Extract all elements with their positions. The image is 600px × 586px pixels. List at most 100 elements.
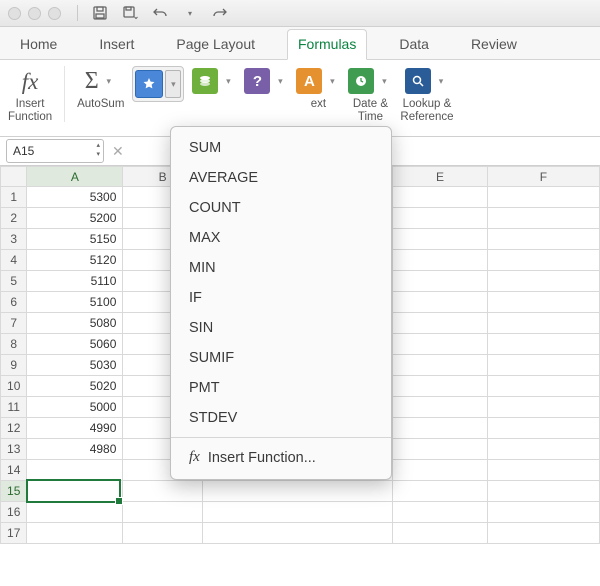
name-box[interactable]: A15 ▴▾: [6, 139, 104, 163]
cell[interactable]: [393, 229, 488, 250]
cell[interactable]: [123, 502, 203, 523]
cell[interactable]: [393, 292, 488, 313]
row-header[interactable]: 10: [1, 376, 27, 397]
cell[interactable]: [487, 292, 599, 313]
recently-used-button[interactable]: ▾: [132, 66, 184, 130]
row-header[interactable]: 13: [1, 439, 27, 460]
cell[interactable]: [487, 523, 599, 544]
menu-item[interactable]: MIN: [171, 253, 391, 283]
cell[interactable]: 5030: [27, 355, 123, 376]
tab-home[interactable]: Home: [10, 30, 67, 59]
cell[interactable]: [487, 418, 599, 439]
cell[interactable]: [393, 355, 488, 376]
minimize-window-icon[interactable]: [28, 7, 41, 20]
menu-item-insert-function[interactable]: fx Insert Function...: [171, 442, 391, 473]
tab-page-layout[interactable]: Page Layout: [166, 30, 265, 59]
cell[interactable]: 5100: [27, 292, 123, 313]
cell[interactable]: [393, 439, 488, 460]
cell[interactable]: [487, 397, 599, 418]
menu-item[interactable]: COUNT: [171, 193, 391, 223]
menu-item[interactable]: AVERAGE: [171, 163, 391, 193]
undo-dropdown-icon[interactable]: ▾: [182, 5, 198, 21]
menu-item[interactable]: PMT: [171, 373, 391, 403]
menu-item[interactable]: SUMIF: [171, 343, 391, 373]
save-icon[interactable]: [92, 5, 108, 21]
cell[interactable]: [487, 460, 599, 481]
cell[interactable]: 5120: [27, 250, 123, 271]
tab-formulas[interactable]: Formulas: [287, 29, 367, 60]
row-header[interactable]: 17: [1, 523, 27, 544]
row-header[interactable]: 14: [1, 460, 27, 481]
cell[interactable]: [393, 523, 488, 544]
row-header[interactable]: 8: [1, 334, 27, 355]
cell[interactable]: [393, 418, 488, 439]
row-header[interactable]: 4: [1, 250, 27, 271]
menu-item[interactable]: MAX: [171, 223, 391, 253]
select-all-corner[interactable]: [1, 167, 27, 187]
row-header[interactable]: 7: [1, 313, 27, 334]
cell[interactable]: 5300: [27, 187, 123, 208]
cell[interactable]: [393, 481, 488, 502]
undo-icon[interactable]: [152, 5, 168, 21]
cell[interactable]: [393, 313, 488, 334]
cell[interactable]: 5150: [27, 229, 123, 250]
text-button[interactable]: A ▾ ext: [296, 66, 340, 111]
cell[interactable]: [27, 502, 123, 523]
cell[interactable]: 5000: [27, 397, 123, 418]
row-header[interactable]: 16: [1, 502, 27, 523]
cell[interactable]: [202, 481, 392, 502]
cell[interactable]: [123, 523, 203, 544]
cell[interactable]: [487, 187, 599, 208]
cell[interactable]: [27, 460, 123, 481]
cell[interactable]: 4990: [27, 418, 123, 439]
column-header-a[interactable]: A: [27, 167, 123, 187]
menu-item[interactable]: SIN: [171, 313, 391, 343]
cell[interactable]: [393, 187, 488, 208]
menu-item[interactable]: IF: [171, 283, 391, 313]
save-dropdown-icon[interactable]: [122, 5, 138, 21]
redo-icon[interactable]: [212, 5, 228, 21]
cell[interactable]: [202, 502, 392, 523]
row-header[interactable]: 6: [1, 292, 27, 313]
row-header[interactable]: 5: [1, 271, 27, 292]
cell[interactable]: 4980: [27, 439, 123, 460]
insert-function-button[interactable]: fx InsertFunction: [8, 66, 52, 124]
cell[interactable]: [393, 397, 488, 418]
row-header[interactable]: 15: [1, 481, 27, 502]
row-header[interactable]: 2: [1, 208, 27, 229]
cell[interactable]: [487, 355, 599, 376]
row-header[interactable]: 11: [1, 397, 27, 418]
row-header[interactable]: 3: [1, 229, 27, 250]
cell[interactable]: [123, 481, 203, 502]
cell[interactable]: [487, 250, 599, 271]
menu-item[interactable]: STDEV: [171, 403, 391, 433]
cell[interactable]: [487, 313, 599, 334]
cell[interactable]: 5080: [27, 313, 123, 334]
tab-data[interactable]: Data: [389, 30, 439, 59]
cell[interactable]: [487, 229, 599, 250]
logical-button[interactable]: ? ▾: [244, 66, 288, 124]
cell[interactable]: [393, 376, 488, 397]
cell[interactable]: 5110: [27, 271, 123, 292]
column-header-e[interactable]: E: [393, 167, 488, 187]
cell[interactable]: [393, 460, 488, 481]
cell[interactable]: 5020: [27, 376, 123, 397]
tab-review[interactable]: Review: [461, 30, 527, 59]
cell[interactable]: [487, 271, 599, 292]
lookup-reference-button[interactable]: ▾ Lookup &Reference: [400, 66, 453, 124]
cell[interactable]: [487, 334, 599, 355]
cell[interactable]: [393, 502, 488, 523]
date-time-button[interactable]: ▾ Date &Time: [348, 66, 392, 124]
cell[interactable]: [393, 208, 488, 229]
cell[interactable]: [487, 481, 599, 502]
row-header[interactable]: 1: [1, 187, 27, 208]
row-header[interactable]: 9: [1, 355, 27, 376]
column-header-f[interactable]: F: [487, 167, 599, 187]
cell[interactable]: [27, 481, 123, 502]
autosum-button[interactable]: Σ ▾ AutoSum: [77, 66, 124, 111]
tab-insert[interactable]: Insert: [89, 30, 144, 59]
cell[interactable]: [487, 208, 599, 229]
cell[interactable]: 5060: [27, 334, 123, 355]
financial-button[interactable]: ▾: [192, 66, 236, 124]
cell[interactable]: [393, 250, 488, 271]
